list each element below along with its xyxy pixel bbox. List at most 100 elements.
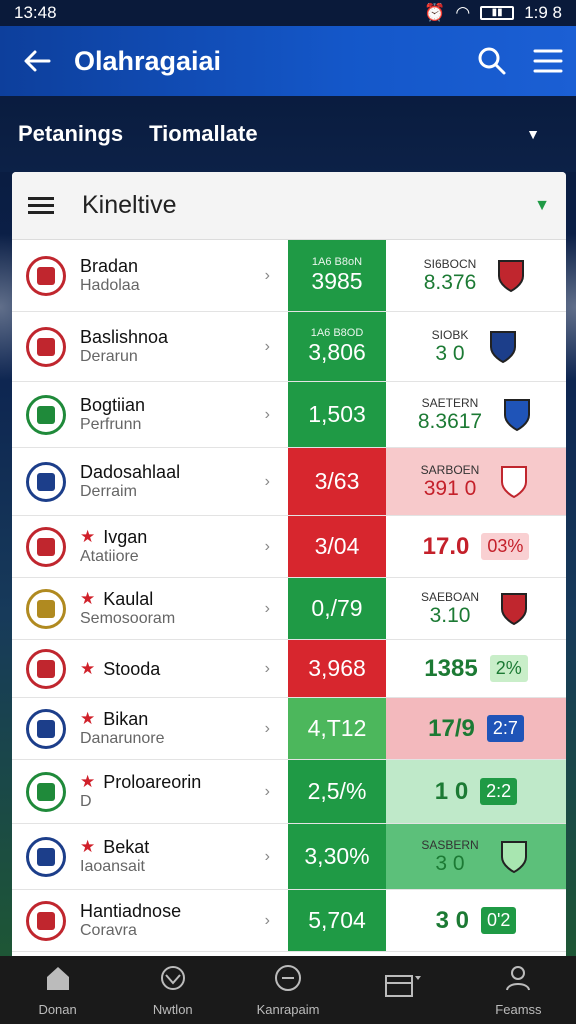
team-shield-icon — [497, 839, 531, 875]
chevron-right-icon[interactable]: › — [265, 338, 270, 356]
table-row[interactable]: Hantiadnose Coravra › 5,704 3 0 0'2 — [12, 890, 566, 952]
back-button[interactable] — [0, 45, 74, 77]
chevron-right-icon[interactable]: › — [265, 720, 270, 738]
stat-cell: SIOBK 3 0 — [386, 312, 566, 381]
chevron-right-icon[interactable]: › — [265, 473, 270, 491]
score-value: 3,30% — [304, 843, 370, 869]
chevron-right-icon[interactable]: › — [265, 660, 270, 678]
team-name-text: Stooda — [103, 658, 161, 679]
score-value: 5,704 — [308, 907, 366, 933]
team-cell: Baslishnoa Derarun › — [12, 312, 288, 381]
stat-value: 3 0 — [435, 906, 469, 934]
chevron-right-icon[interactable]: › — [265, 912, 270, 930]
chevron-right-icon[interactable]: › — [265, 848, 270, 866]
score-cell: 3,968 — [288, 640, 386, 697]
filter-tab-1[interactable]: Tiomallate — [149, 121, 257, 147]
star-icon: ★ — [80, 658, 96, 678]
stat-value: 17/9 — [428, 714, 475, 742]
nav-tab[interactable]: Donan — [0, 956, 115, 1024]
alarm-icon: ⏰ — [424, 3, 446, 22]
score-label: 1A6 B8oN — [311, 256, 363, 268]
nav-tab[interactable] — [346, 956, 461, 1024]
filter-dropdown-icon[interactable]: ▼ — [526, 126, 558, 142]
team-name: ★ Proloareorin — [80, 772, 201, 792]
stat-label: SAETERN — [421, 395, 479, 410]
score-value: 3/63 — [314, 468, 360, 494]
nav-tab[interactable]: Feamss — [461, 956, 576, 1024]
stat-cell: SI6BOCN 8.376 — [386, 240, 566, 311]
chevron-right-icon[interactable]: › — [265, 600, 270, 618]
score-cell: 3/63 — [288, 448, 386, 515]
chevron-right-icon[interactable]: › — [265, 538, 270, 556]
table-row[interactable]: ★ Bekat Iaoansait › 3,30% SASBERN 3 0 — [12, 824, 566, 890]
team-name-text: Bikan — [103, 708, 149, 729]
stat-badge: 03% — [481, 533, 530, 560]
status-bar: 13:48 ⏰ ◠ ▮▮ 1:9 8 — [0, 0, 576, 26]
nav-tab-label: Donan — [38, 1002, 77, 1017]
stat-label: SAEBOAN — [420, 589, 480, 604]
round-crest-icon — [26, 771, 66, 812]
stat-badge: 2:7 — [486, 715, 524, 742]
filter-tab-0[interactable]: Petanings — [18, 121, 123, 147]
shield-crest-icon — [26, 708, 66, 749]
score-cell: 1A6 B8oN 3985 — [288, 240, 386, 311]
crest-emblem — [37, 911, 55, 930]
card-menu-icon[interactable] — [28, 193, 54, 218]
card-collapse-icon[interactable]: ▼ — [534, 197, 550, 215]
chevron-right-icon[interactable]: › — [265, 783, 270, 801]
nav-tab[interactable]: Nwtlon — [115, 956, 230, 1024]
team-name-text: Kaulal — [103, 588, 154, 609]
team-subtitle: D — [80, 792, 92, 810]
team-names: ★ Ivgan Atatiiore — [80, 527, 147, 567]
team-subtitle: Atatiiore — [80, 547, 139, 565]
score-value: 3/04 — [314, 533, 360, 559]
stat-values: SAETERN 8.3617 — [418, 396, 482, 434]
table-row[interactable]: Dadosahlaal Derraim › 3/63 SARBOEN 391 0 — [12, 448, 566, 516]
standings-list: Bradan Hadolaa › 1A6 B8oN 3985 SI6BOCN 8.376 Ba… — [12, 240, 566, 952]
team-name: Bogtiian — [80, 395, 145, 415]
stat-value: 3.10 — [429, 603, 471, 627]
round-crest-icon — [26, 900, 66, 941]
team-name: ★ Stooda — [80, 659, 160, 679]
crest-emblem — [37, 337, 55, 356]
stat-label: SI6BOCN — [423, 256, 477, 271]
stat-label: SIOBK — [431, 327, 469, 342]
team-name-text: Dadosahlaal — [80, 461, 181, 482]
table-row[interactable]: ★ Stooda › 3,968 1385 2% — [12, 640, 566, 698]
chevron-right-icon[interactable]: › — [265, 267, 270, 285]
score-cell: 3/04 — [288, 516, 386, 577]
search-button[interactable] — [464, 45, 520, 77]
team-name-text: Baslishnoa — [80, 326, 169, 347]
star-icon: ★ — [80, 708, 96, 728]
stat-value: 3 0 — [435, 341, 465, 365]
team-name: ★ Ivgan — [80, 527, 147, 547]
table-row[interactable]: ★ Kaulal Semosooram › 0,/79 SAEBOAN 3.10 — [12, 578, 566, 640]
table-row[interactable]: Baslishnoa Derarun › 1A6 B8OD 3,806 SIOBK 3 0 — [12, 312, 566, 382]
minus-circle-icon — [273, 963, 303, 998]
nav-tab[interactable]: Kanrapaim — [230, 956, 345, 1024]
stat-values: SASBERN 3 0 — [421, 838, 478, 876]
team-names: Bogtiian Perfrunn — [80, 395, 145, 435]
team-name: Bradan — [80, 256, 140, 276]
table-row[interactable]: Bogtiian Perfrunn › 1,503 SAETERN 8.3617 — [12, 382, 566, 448]
team-subtitle: Coravra — [80, 921, 137, 939]
team-cell: ★ Proloareorin D › — [12, 760, 288, 823]
stat-label: SASBERN — [421, 837, 479, 852]
chevron-right-icon[interactable]: › — [265, 406, 270, 424]
table-row[interactable]: Bradan Hadolaa › 1A6 B8oN 3985 SI6BOCN 8.376 — [12, 240, 566, 312]
star-icon: ★ — [80, 771, 96, 791]
star-icon: ★ — [80, 836, 96, 856]
team-name: Hantiadnose — [80, 901, 181, 921]
crest-emblem — [37, 405, 55, 424]
stat-value: 8.3617 — [417, 409, 483, 433]
table-row[interactable]: ★ Bikan Danarunore › 4,T12 17/9 2:7 — [12, 698, 566, 760]
score-value: 0,/79 — [311, 595, 363, 621]
stat-cell: 1 0 2:2 — [386, 760, 566, 823]
table-row[interactable]: ★ Proloareorin D › 2,5/% 1 0 2:2 — [12, 760, 566, 824]
team-cell: Bradan Hadolaa › — [12, 240, 288, 311]
menu-button[interactable] — [520, 47, 576, 75]
team-names: ★ Proloareorin D — [80, 772, 201, 812]
score-value: 2,5/% — [307, 778, 367, 804]
table-row[interactable]: ★ Ivgan Atatiiore › 3/04 17.0 03% — [12, 516, 566, 578]
app-title: Olahragaiai — [74, 45, 222, 76]
